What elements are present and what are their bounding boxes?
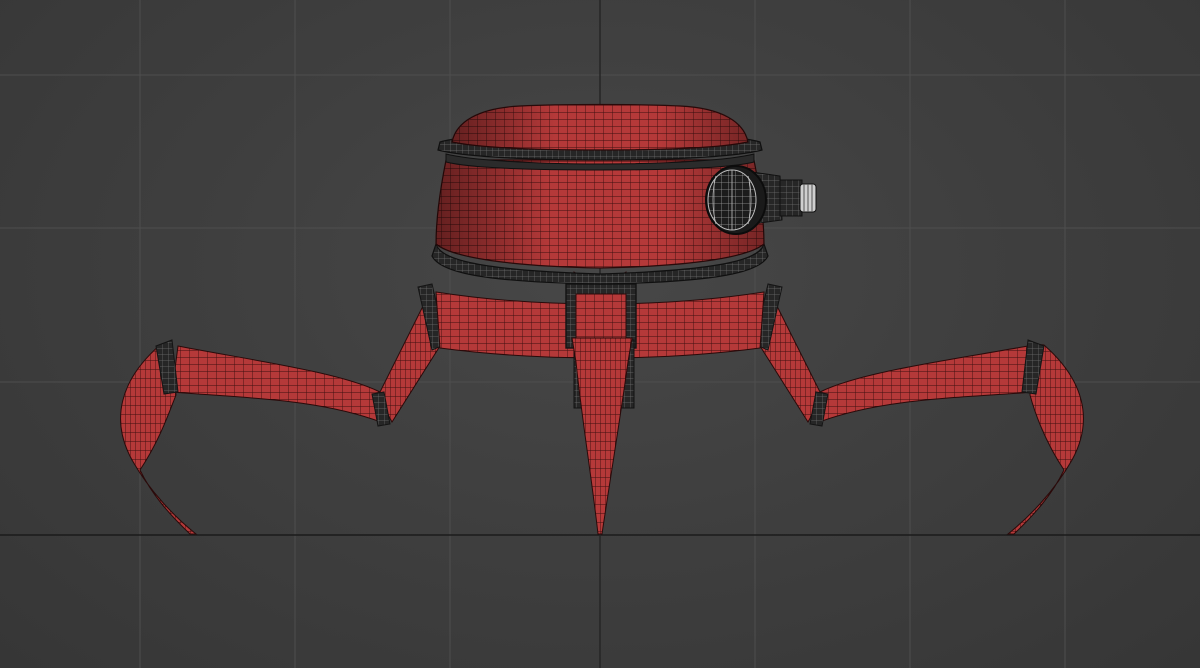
right-leg[interactable] [753,283,1084,535]
eye-lens[interactable] [705,165,767,235]
robot-model[interactable] [120,103,1084,535]
viewport-scene[interactable] [0,0,1200,668]
front-leg[interactable] [571,337,633,535]
3d-viewport[interactable] [0,0,1200,668]
dome-lid[interactable] [451,103,749,151]
left-leg[interactable] [120,283,447,535]
